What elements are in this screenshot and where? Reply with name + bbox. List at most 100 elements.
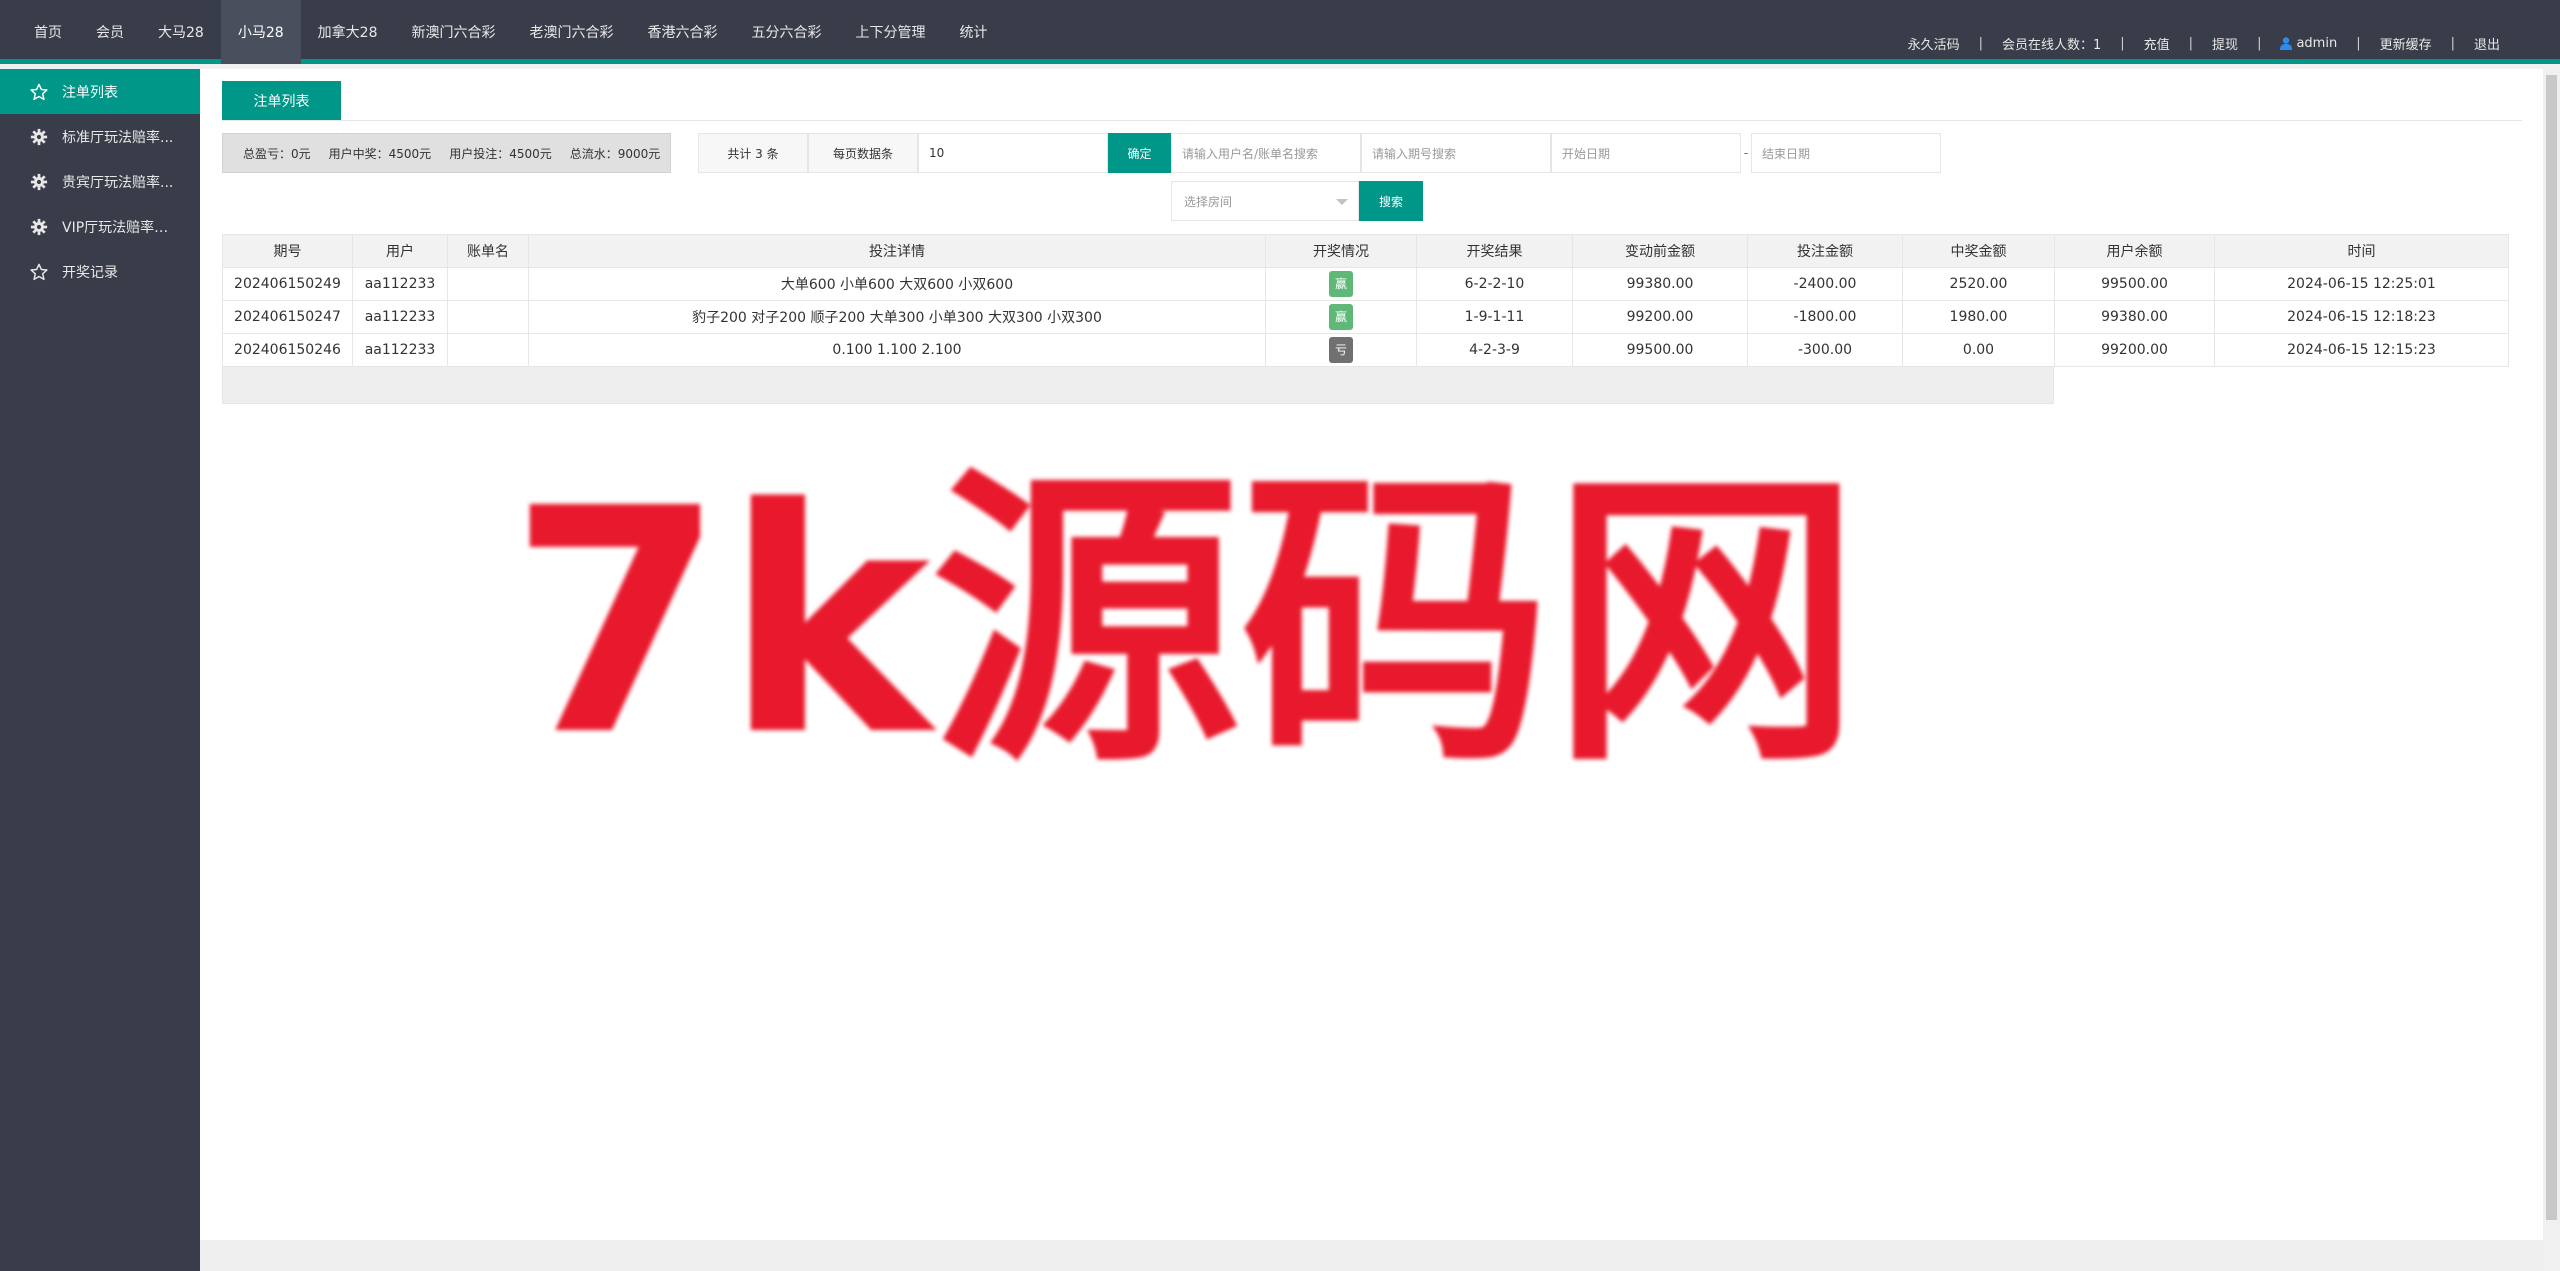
sidebar-item-label: VIP厅玩法赔率设... (62, 219, 180, 236)
cell-detail: 0.100 1.100 2.100 (528, 333, 1266, 367)
star-icon (30, 83, 48, 100)
sidebar-item-label: 注单列表 (62, 84, 118, 101)
column-header: 变动前金额 (1572, 234, 1748, 268)
win-badge: 赢 (1329, 304, 1353, 330)
nav-home[interactable]: 首页 (17, 0, 79, 64)
cell-bill (447, 333, 529, 367)
cell-time: 2024-06-15 12:15:23 (2214, 333, 2509, 367)
search-button[interactable]: 搜索 (1359, 181, 1423, 221)
online-members-count: 会员在线人数：1 (2001, 37, 2102, 53)
vertical-scrollbar[interactable] (2543, 69, 2560, 1271)
cell-detail: 大单600 小单600 大双600 小双600 (528, 267, 1266, 301)
refresh-cache-link[interactable]: 更新缓存 (2380, 34, 2432, 53)
separator: | (2188, 35, 2194, 51)
gear-icon (30, 218, 48, 235)
cell-bill (447, 267, 529, 301)
table-row: 202406150247 aa112233 豹子200 对子200 顺子200 … (222, 300, 2509, 334)
recharge-link[interactable]: 充值 (2144, 34, 2170, 53)
table-header-row: 期号 用户 账单名 投注详情 开奖情况 开奖结果 变动前金额 投注金额 中奖金额… (222, 234, 2509, 268)
cell-balance: 99500.00 (2054, 267, 2215, 301)
sidebar-item-standard-odds[interactable]: 标准厅玩法赔率... (0, 114, 200, 159)
nav-old-macau-lottery[interactable]: 老澳门六合彩 (512, 0, 630, 64)
nav-canada28[interactable]: 加拿大28 (301, 0, 395, 64)
nav-hongkong-lottery[interactable]: 香港六合彩 (630, 0, 734, 64)
column-header: 投注金额 (1747, 234, 1903, 268)
separator: | (2356, 35, 2361, 51)
user-menu[interactable]: admin (2280, 36, 2337, 51)
column-header: 时间 (2214, 234, 2509, 268)
nav-dama28[interactable]: 大马28 (141, 0, 221, 64)
sidebar-item-label: 贵宾厅玩法赔率... (62, 174, 174, 191)
cell-status: 赢 (1265, 267, 1417, 301)
cell-win-amount: 1980.00 (1902, 300, 2055, 334)
top-navbar: 首页 会员 大马28 小马28 加拿大28 新澳门六合彩 老澳门六合彩 香港六合… (0, 0, 2560, 64)
total-profit: 总盈亏：0元 (243, 146, 311, 161)
total-count: 共计 3 条 (698, 133, 808, 173)
permanent-code-link[interactable]: 永久活码 (1908, 34, 1960, 53)
cell-win-amount: 0.00 (1902, 333, 2055, 367)
end-date-input[interactable]: 结束日期 (1751, 133, 1941, 173)
cell-before-amount: 99380.00 (1572, 267, 1748, 301)
chevron-down-icon (1336, 199, 1348, 205)
confirm-button[interactable]: 确定 (1108, 133, 1171, 173)
nav-members[interactable]: 会员 (79, 0, 141, 64)
star-icon (30, 263, 48, 280)
column-header: 中奖金额 (1902, 234, 2055, 268)
cell-user: aa112233 (352, 300, 448, 334)
cell-user: aa112233 (352, 333, 448, 367)
lose-badge: 亏 (1329, 337, 1353, 363)
column-header: 账单名 (447, 234, 529, 268)
cell-balance: 99200.00 (2054, 333, 2215, 367)
logout-link[interactable]: 退出 (2474, 34, 2500, 53)
cell-before-amount: 99500.00 (1572, 333, 1748, 367)
sidebar-item-vip-odds[interactable]: VIP厅玩法赔率设... (0, 204, 200, 249)
cell-bet-amount: -300.00 (1747, 333, 1903, 367)
cell-user: aa112233 (352, 267, 448, 301)
scrollbar-thumb[interactable] (2546, 75, 2557, 1220)
cell-period: 202406150246 (222, 333, 353, 367)
filter-bar: 共计 3 条 每页数据条 10 确定 请输入用户名/账单名搜索 请输入期号搜索 … (698, 133, 1941, 173)
cell-balance: 99380.00 (2054, 300, 2215, 334)
gear-icon (30, 128, 48, 145)
column-header: 期号 (222, 234, 353, 268)
column-header: 投注详情 (528, 234, 1266, 268)
column-header: 用户 (352, 234, 448, 268)
table-row: 202406150249 aa112233 大单600 小单600 大双600 … (222, 267, 2509, 301)
cell-period: 202406150247 (222, 300, 353, 334)
nav-new-macau-lottery[interactable]: 新澳门六合彩 (394, 0, 512, 64)
start-date-input[interactable]: 开始日期 (1551, 133, 1741, 173)
separator: | (2450, 35, 2455, 51)
cell-bill (447, 300, 529, 334)
nav-xiaoma28[interactable]: 小马28 (220, 0, 301, 64)
cell-result: 4-2-3-9 (1416, 333, 1573, 367)
sidebar-item-label: 标准厅玩法赔率... (62, 129, 174, 146)
separator: | (2120, 35, 2125, 51)
tab-bet-list[interactable]: 注单列表 (222, 81, 341, 121)
watermark-logo: 7k源码网 (509, 442, 1861, 804)
nav-statistics[interactable]: 统计 (942, 0, 1004, 64)
sidebar-item-draw-records[interactable]: 开奖记录 (0, 249, 200, 294)
win-badge: 赢 (1329, 271, 1353, 297)
cell-period: 202406150249 (222, 267, 353, 301)
period-search-input[interactable]: 请输入期号搜索 (1361, 133, 1551, 173)
nav-credit-management[interactable]: 上下分管理 (838, 0, 942, 64)
cell-bet-amount: -1800.00 (1747, 300, 1903, 334)
nav-five-minute-lottery[interactable]: 五分六合彩 (734, 0, 838, 64)
sidebar-item-vip-guest-odds[interactable]: 贵宾厅玩法赔率... (0, 159, 200, 204)
room-select[interactable]: 选择房间 (1171, 181, 1359, 221)
date-range-dash: - (1743, 146, 1749, 160)
tab-divider (222, 120, 2522, 121)
cell-time: 2024-06-15 12:18:23 (2214, 300, 2509, 334)
separator: | (2257, 35, 2262, 51)
username-search-input[interactable]: 请输入用户名/账单名搜索 (1171, 133, 1361, 173)
withdraw-link[interactable]: 提现 (2212, 34, 2238, 53)
username: admin (2296, 35, 2338, 51)
cell-result: 6-2-2-10 (1416, 267, 1573, 301)
sidebar-item-bet-list[interactable]: 注单列表 (0, 69, 200, 114)
per-page-input[interactable]: 10 (918, 133, 1108, 173)
user-bet-total: 用户投注：4500元 (449, 146, 552, 161)
cell-status: 赢 (1265, 300, 1417, 334)
cell-bet-amount: -2400.00 (1747, 267, 1903, 301)
separator: | (1978, 35, 1983, 51)
top-right-menu: 永久活码 | 会员在线人数：1 | 充值 | 提现 | admin | 更新缓存… (1908, 0, 2500, 64)
